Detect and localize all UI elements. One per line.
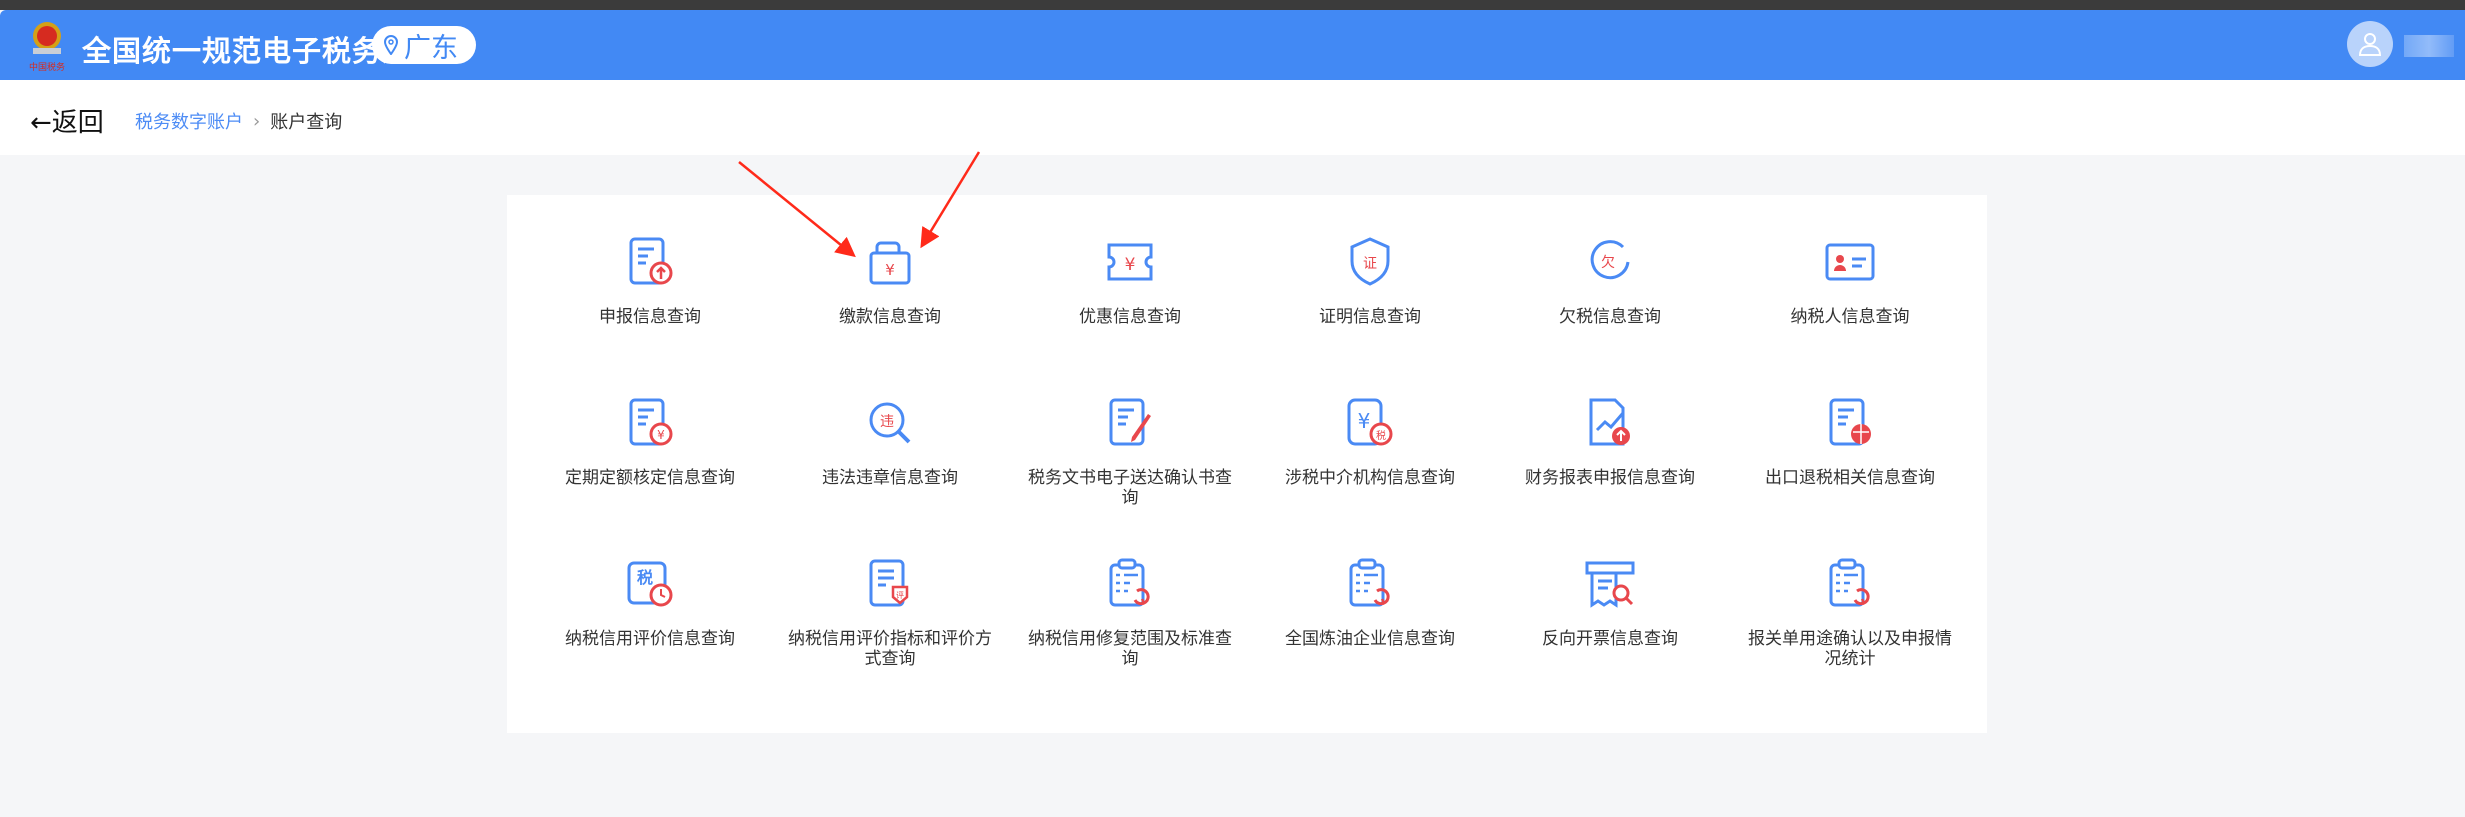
breadcrumb-current: 账户查询 [270, 112, 343, 133]
svg-text:证: 证 [1363, 256, 1377, 272]
query-item-label: 纳税信用评价指标和评价方式查询 [788, 629, 992, 669]
report-chart-icon [1589, 398, 1630, 446]
location-pin-icon [384, 35, 398, 55]
breadcrumb-link[interactable]: 税务数字账户 [135, 108, 243, 134]
query-item-label: 定期定额核定信息查询 [565, 468, 735, 488]
query-item-label: 报关单用途确认以及申报情况统计 [1748, 629, 1952, 669]
region-label: 广东 [404, 32, 458, 64]
svg-text:违: 违 [880, 414, 894, 430]
breadcrumb-bar: ←返回 税务数字账户 › 账户查询 [0, 80, 2465, 155]
svg-text:评: 评 [896, 591, 904, 600]
query-item[interactable]: 税务文书电子送达确认书查询 [1010, 396, 1250, 557]
query-item-label: 纳税人信息查询 [1790, 307, 1910, 327]
clipboard-refresh-icon [1109, 558, 1150, 607]
query-item-label: 优惠信息查询 [1079, 307, 1181, 327]
query-item[interactable]: 纳税人信息查询 [1730, 235, 1970, 396]
username-blurred[interactable] [2404, 35, 2454, 57]
query-item[interactable]: ¥ 优惠信息查询 [1010, 235, 1250, 396]
export-globe-icon [1829, 398, 1871, 446]
doc-yuan-icon: ¥ [629, 398, 673, 446]
query-item[interactable]: 纳税信用修复范围及标准查询 [1010, 557, 1250, 718]
tax-emblem-logo: 中国税务 [29, 22, 65, 73]
coupon-icon: ¥ [1107, 243, 1153, 281]
query-item-label: 出口退税相关信息查询 [1765, 468, 1935, 488]
query-item-label: 反向开票信息查询 [1542, 629, 1678, 649]
tax-credit-icon: 税 [627, 561, 673, 607]
query-item-label: 纳税信用评价信息查询 [565, 629, 735, 649]
agency-icon: ¥税 [1347, 398, 1393, 446]
query-item[interactable]: ¥ 缴款信息查询 [770, 235, 1010, 396]
query-item-label: 证明信息查询 [1319, 307, 1421, 327]
query-item[interactable]: 全国炼油企业信息查询 [1250, 557, 1490, 718]
query-item[interactable]: 证证明信息查询 [1250, 235, 1490, 396]
browser-strip [0, 0, 2465, 10]
search-violation-icon: 违 [869, 402, 911, 444]
query-item-label: 涉税中介机构信息查询 [1285, 468, 1455, 488]
query-item[interactable]: 反向开票信息查询 [1490, 557, 1730, 718]
query-item[interactable]: 财务报表申报信息查询 [1490, 396, 1730, 557]
query-item-label: 全国炼油企业信息查询 [1285, 629, 1455, 649]
query-item-label: 申报信息查询 [599, 307, 701, 327]
svg-text:欠: 欠 [1601, 255, 1615, 271]
certificate-shield-icon: 证 [1350, 237, 1390, 286]
query-item[interactable]: 申报信息查询 [530, 235, 770, 396]
doc-evaluate-icon: 评 [869, 559, 909, 607]
query-item-label: 纳税信用修复范围及标准查询 [1028, 629, 1232, 669]
clipboard-refresh-icon [1349, 558, 1390, 607]
breadcrumb-separator: › [253, 110, 261, 132]
owed-tax-icon: 欠 [1590, 240, 1630, 280]
query-item[interactable]: 税纳税信用评价信息查询 [530, 557, 770, 718]
breadcrumb: 税务数字账户 › 账户查询 [135, 108, 342, 134]
query-item[interactable]: 评纳税信用评价指标和评价方式查询 [770, 557, 1010, 718]
svg-text:税: 税 [1376, 429, 1386, 442]
user-avatar[interactable] [2347, 21, 2393, 67]
query-item[interactable]: ¥ 定期定额核定信息查询 [530, 396, 770, 557]
svg-text:¥: ¥ [1358, 409, 1371, 433]
doc-upload-icon [629, 237, 673, 285]
invoice-search-icon [1585, 561, 1635, 608]
id-card-icon [1825, 243, 1875, 281]
query-item-label: 违法违章信息查询 [822, 468, 958, 488]
svg-text:¥: ¥ [885, 261, 895, 279]
query-item[interactable]: 欠欠税信息查询 [1490, 235, 1730, 396]
money-bag-icon: ¥ [869, 241, 911, 285]
query-grid: 申报信息查询 ¥ 缴款信息查询 ¥ 优惠信息查询证证明信息查询欠欠税信息查询 纳税人信息查… [507, 195, 1987, 733]
top-header: 中国税务 全国统一规范电子税务局 广东 [0, 10, 2465, 80]
query-item[interactable]: 违违法违章信息查询 [770, 396, 1010, 557]
clipboard-refresh-icon [1829, 558, 1870, 607]
query-item-label: 财务报表申报信息查询 [1525, 468, 1695, 488]
svg-text:中国税务: 中国税务 [29, 61, 65, 73]
query-item-label: 欠税信息查询 [1559, 307, 1661, 327]
svg-text:¥: ¥ [657, 428, 665, 442]
user-icon [2358, 33, 2382, 56]
query-item-label: 缴款信息查询 [839, 307, 941, 327]
query-item-label: 税务文书电子送达确认书查询 [1028, 468, 1232, 508]
query-item[interactable]: 报关单用途确认以及申报情况统计 [1730, 557, 1970, 718]
site-title: 全国统一规范电子税务局 [82, 34, 413, 68]
region-selector[interactable]: 广东 [372, 26, 476, 64]
query-item[interactable]: 出口退税相关信息查询 [1730, 396, 1970, 557]
svg-text:税: 税 [637, 568, 653, 587]
back-button[interactable]: ←返回 [30, 102, 104, 139]
svg-text:¥: ¥ [1125, 255, 1136, 275]
query-item[interactable]: ¥ 税涉税中介机构信息查询 [1250, 396, 1490, 557]
doc-edit-icon [1109, 398, 1151, 446]
